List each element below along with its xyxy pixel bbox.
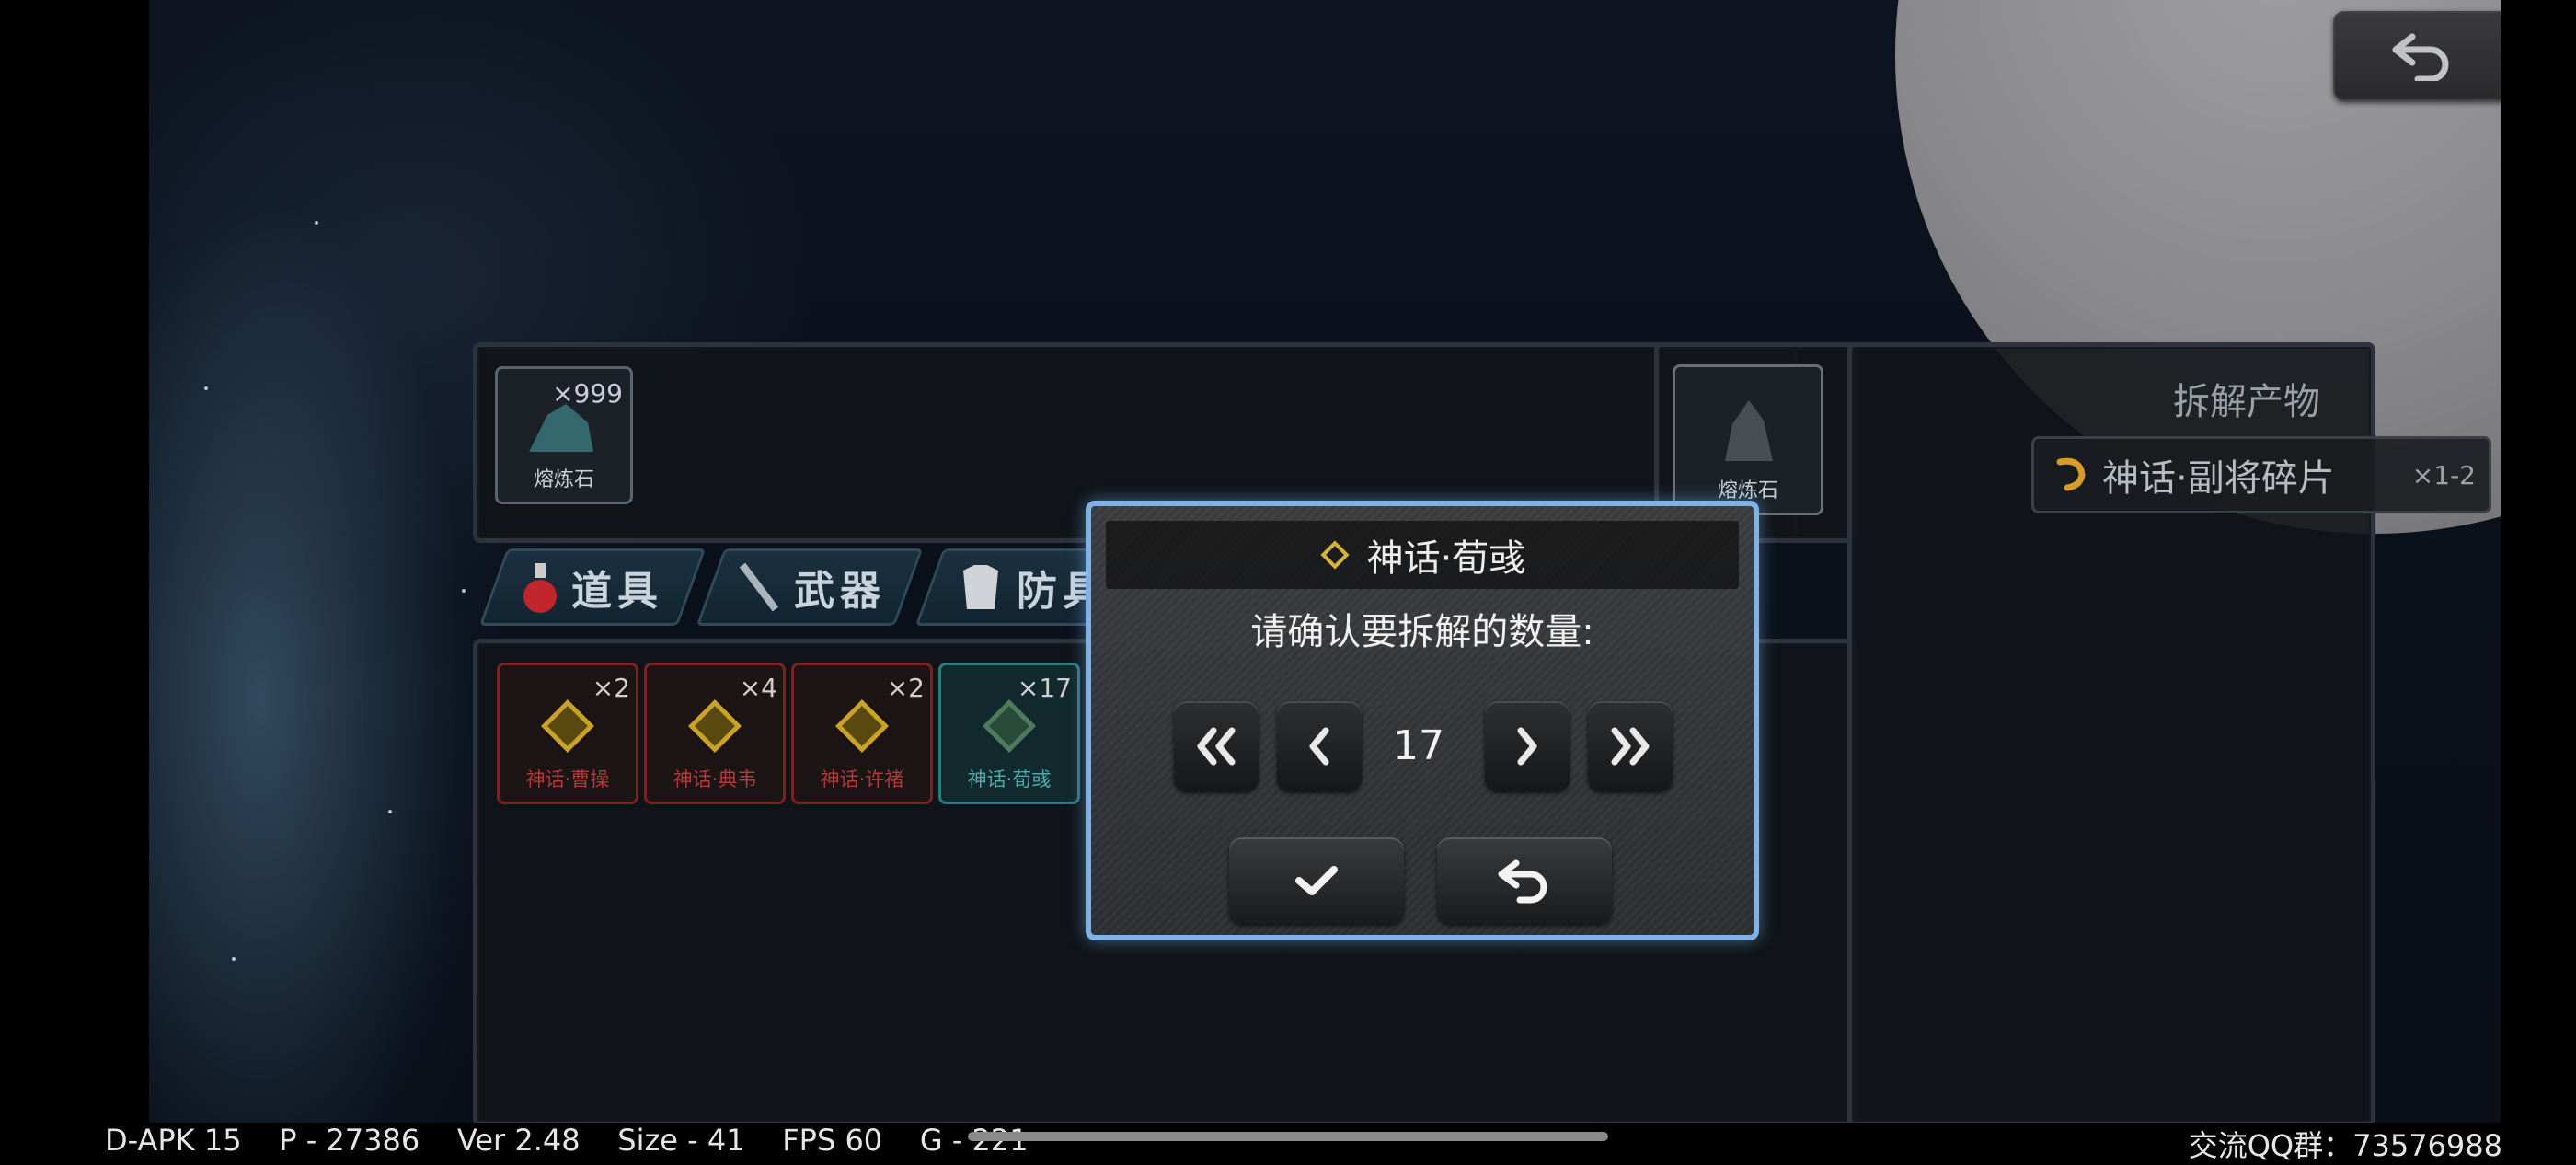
tab-weapons[interactable]: 武器 <box>696 548 924 626</box>
star <box>315 221 318 225</box>
star <box>388 810 392 813</box>
debug-info: D-APK 15 P - 27386 Ver 2.48 Size - 41 FP… <box>105 1123 1029 1158</box>
double-chevron-right-icon <box>1611 727 1650 766</box>
confirm-button[interactable] <box>1229 837 1404 924</box>
item-count: ×17 <box>1017 673 1072 703</box>
item-name: 神话·荀彧 <box>967 768 1052 790</box>
double-chevron-left-icon <box>1197 727 1236 766</box>
quantity-value: 17 <box>1393 722 1444 769</box>
item-name: 神话·典韦 <box>673 768 757 790</box>
home-indicator[interactable] <box>968 1132 1608 1141</box>
star <box>232 957 236 961</box>
potion-icon <box>523 563 557 613</box>
disassemble-dialog: 神话·荀彧 请确认要拆解的数量: 17 <box>1086 501 1759 940</box>
quantity-increase-button[interactable] <box>1485 701 1570 791</box>
dialog-prompt: 请确认要拆解的数量: <box>1250 611 1594 653</box>
star <box>462 589 466 593</box>
material-name: 熔炼石 <box>533 468 594 491</box>
shard-icon <box>2056 457 2086 491</box>
output-item-name: 神话·副将碎片 <box>2102 457 2335 500</box>
sword-icon <box>739 562 779 612</box>
chevron-right-icon <box>1517 727 1537 766</box>
star <box>204 386 208 390</box>
scroll-icon <box>541 699 594 753</box>
quantity-min-button[interactable] <box>1174 701 1259 791</box>
chevron-left-icon <box>1309 727 1329 766</box>
ore-icon <box>1725 400 1773 461</box>
tab-label: 武器 <box>794 568 886 615</box>
return-arrow-icon <box>2392 33 2449 81</box>
item-card[interactable]: ×4 神话·典韦 <box>644 663 786 804</box>
item-card[interactable]: ×2 神话·许褚 <box>791 663 933 804</box>
item-count: ×2 <box>886 673 925 703</box>
qq-group-text: 交流QQ群：73576988 <box>2188 1128 2502 1163</box>
cancel-button[interactable] <box>1437 837 1612 924</box>
scroll-icon <box>835 699 889 753</box>
return-arrow-icon <box>1498 859 1547 904</box>
output-item-count: ×1-2 <box>2411 459 2476 490</box>
item-name: 神话·许褚 <box>820 768 904 790</box>
dialog-title-bar: 神话·荀彧 <box>1106 521 1739 589</box>
dialog-title: 神话·荀彧 <box>1366 537 1526 580</box>
material-count: ×999 <box>552 378 623 409</box>
scroll-icon <box>688 699 742 753</box>
quantity-max-button[interactable] <box>1588 701 1673 791</box>
item-count: ×4 <box>739 673 777 703</box>
diamond-icon <box>1320 540 1350 570</box>
material-slot[interactable]: ×999 熔炼石 <box>495 366 633 504</box>
item-card[interactable]: ×2 神话·曹操 <box>497 663 638 804</box>
target-material-name: 熔炼石 <box>1717 479 1778 502</box>
scroll-icon <box>983 699 1036 753</box>
item-card-selected[interactable]: ×17 神话·荀彧 <box>938 663 1080 804</box>
back-button[interactable] <box>2333 11 2512 101</box>
armor-icon <box>963 565 998 609</box>
output-item: 神话·副将碎片 ×1-2 <box>2031 436 2491 513</box>
target-material-slot: 熔炼石 <box>1673 364 1823 515</box>
tab-label: 道具 <box>571 568 663 615</box>
output-title: 拆解产物 <box>2173 381 2320 423</box>
item-name: 神话·曹操 <box>525 768 610 790</box>
quantity-decrease-button[interactable] <box>1277 701 1362 791</box>
tab-items[interactable]: 道具 <box>478 548 707 626</box>
item-count: ×2 <box>592 673 630 703</box>
screen-edge <box>2501 0 2524 1123</box>
checkmark-icon <box>1295 866 1338 895</box>
